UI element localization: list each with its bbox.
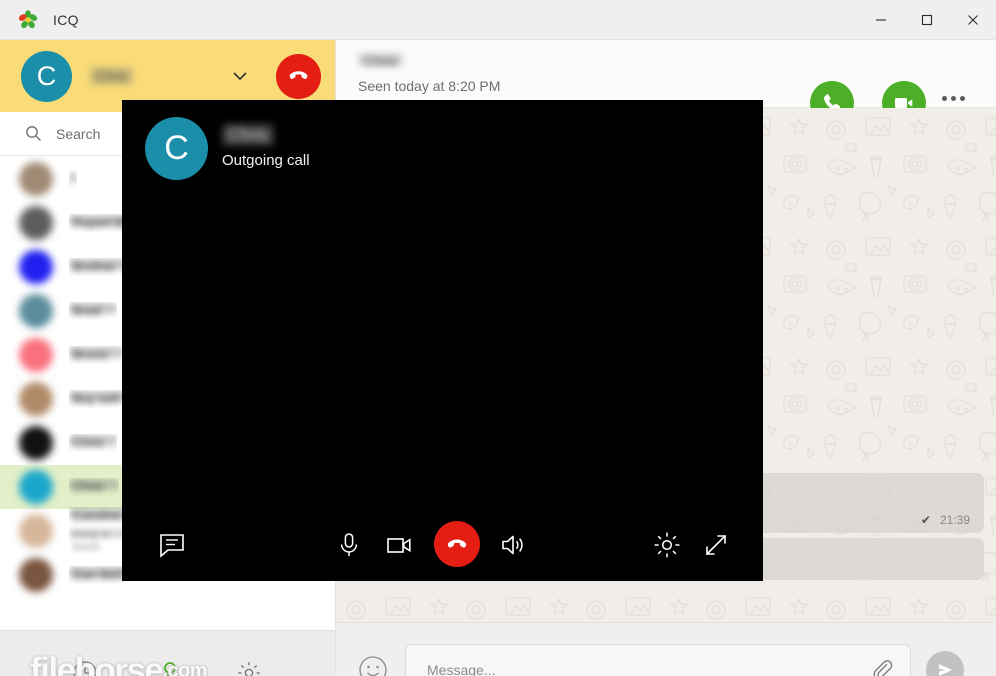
chat-contact-name: Chris: [358, 53, 403, 69]
avatar: [19, 470, 53, 504]
message-composer: Message...: [336, 622, 996, 676]
chat-contact-status: Seen today at 8:20 PM: [358, 78, 501, 94]
avatar: C: [21, 50, 72, 102]
avatar: [19, 162, 53, 196]
hangup-phone-icon[interactable]: [276, 53, 321, 99]
chat-header: Chris Seen today at 8:20 PM: [336, 40, 996, 125]
icq-application-window: ICQ C Chris Search Rupert B Brother Brad…: [0, 0, 996, 676]
clock-history-icon[interactable]: [72, 660, 98, 676]
emoji-smiley-icon[interactable]: [358, 655, 388, 676]
speaker-volume-icon[interactable]: [493, 524, 535, 566]
contact-name: Bruno: [69, 347, 123, 362]
hangup-phone-icon[interactable]: [434, 521, 480, 567]
avatar: [19, 206, 53, 240]
more-options-icon[interactable]: [942, 96, 965, 101]
message-read-check-icon: ✔: [920, 513, 931, 527]
app-title: ICQ: [53, 11, 79, 28]
avatar: [19, 338, 53, 372]
chat-bubble-icon[interactable]: [151, 524, 193, 566]
video-camera-icon[interactable]: [378, 524, 420, 566]
avatar: [19, 382, 53, 416]
avatar: [19, 558, 53, 592]
contact-name: Brad: [69, 303, 117, 318]
gear-icon[interactable]: [646, 524, 688, 566]
avatar: [19, 294, 53, 328]
call-status-text: Outgoing call: [222, 152, 310, 169]
contact-name: Chris: [69, 435, 117, 450]
gear-icon[interactable]: [236, 660, 262, 676]
icq-flower-logo: [18, 9, 38, 30]
message-meta: ✔ 21:39: [921, 513, 970, 527]
minimize-button[interactable]: [858, 0, 904, 39]
active-call-contact-name: Chris: [90, 67, 133, 85]
avatar: C: [145, 117, 208, 180]
avatar: [19, 426, 53, 460]
paperclip-attach-icon[interactable]: [870, 658, 894, 676]
avatar: [19, 514, 53, 548]
contact-name: [69, 172, 77, 183]
close-button[interactable]: [950, 0, 996, 39]
avatar: [19, 250, 53, 284]
message-input[interactable]: Message...: [405, 643, 911, 676]
window-controls: [858, 0, 996, 39]
add-contact-person-icon[interactable]: [156, 659, 184, 676]
call-contact-name: Chris: [222, 124, 274, 146]
send-arrow-icon[interactable]: [926, 650, 964, 676]
message-timestamp: 21:39: [939, 513, 970, 527]
search-input[interactable]: Search: [56, 126, 100, 142]
maximize-button[interactable]: [904, 0, 950, 39]
microphone-icon[interactable]: [328, 524, 370, 566]
chevron-down-icon[interactable]: [232, 69, 248, 84]
call-overlay-window[interactable]: C Chris Outgoing call: [122, 100, 763, 581]
search-icon: [25, 125, 42, 142]
message-input-placeholder: Message...: [427, 661, 496, 676]
call-controls-bar: [122, 510, 763, 581]
expand-arrows-icon[interactable]: [695, 524, 737, 566]
sidebar-toolbar: [0, 630, 335, 676]
contact-name: Chris: [69, 479, 119, 494]
title-bar: ICQ: [0, 0, 996, 40]
